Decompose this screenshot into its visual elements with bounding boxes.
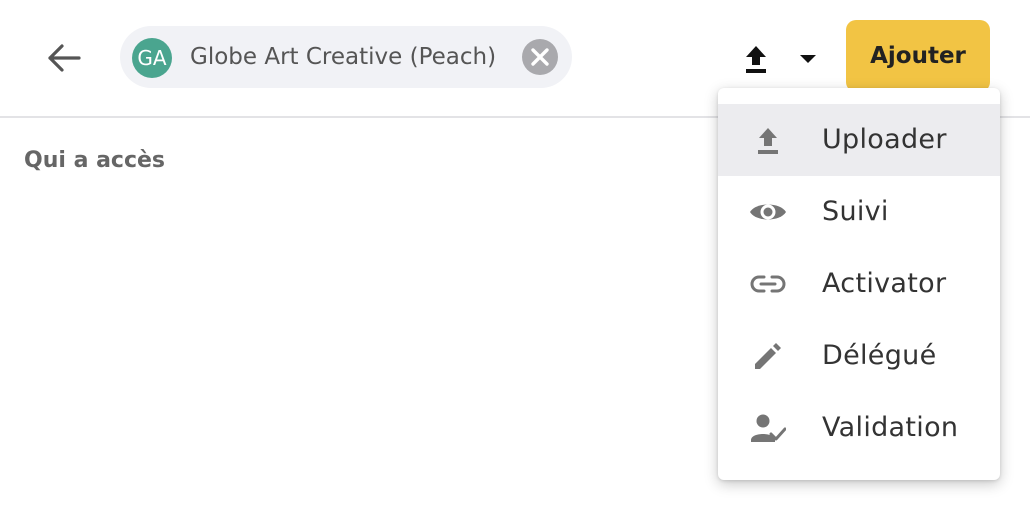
menu-item-label: Validation [822, 412, 959, 443]
link-icon [748, 264, 788, 304]
menu-item-validation[interactable]: Validation [718, 392, 1000, 464]
menu-item-label: Suivi [822, 196, 889, 227]
menu-item-delegue[interactable]: Délégué [718, 320, 1000, 392]
menu-item-label: Activator [822, 268, 947, 299]
remove-chip-button[interactable] [520, 26, 560, 88]
eye-icon [748, 192, 788, 232]
back-button[interactable] [40, 36, 88, 80]
menu-item-uploader[interactable]: Uploader [718, 104, 1000, 176]
menu-item-label: Uploader [822, 124, 947, 155]
menu-item-activator[interactable]: Activator [718, 248, 1000, 320]
upload-icon [748, 120, 788, 160]
selected-organization-chip: GA Globe Art Creative (Peach) [120, 26, 572, 88]
menu-item-label: Délégué [822, 340, 937, 371]
pencil-icon [748, 336, 788, 376]
section-title: Qui a accès [24, 148, 166, 173]
add-button[interactable]: Ajouter [846, 20, 990, 92]
chip-label: Globe Art Creative (Peach) [190, 44, 497, 70]
chevron-down-icon [800, 55, 816, 63]
upload-role-dropdown[interactable] [742, 38, 818, 80]
arrow-left-icon [48, 44, 81, 72]
close-circle-icon [522, 39, 558, 75]
avatar: GA [132, 38, 172, 78]
menu-item-suivi[interactable]: Suivi [718, 176, 1000, 248]
user-check-icon [748, 408, 788, 448]
share-access-page: GA Globe Art Creative (Peach) Ajouter Qu… [0, 0, 1030, 528]
upload-icon [746, 46, 766, 73]
role-menu: Uploader Suivi Activator Délégué Validat… [718, 88, 1000, 480]
